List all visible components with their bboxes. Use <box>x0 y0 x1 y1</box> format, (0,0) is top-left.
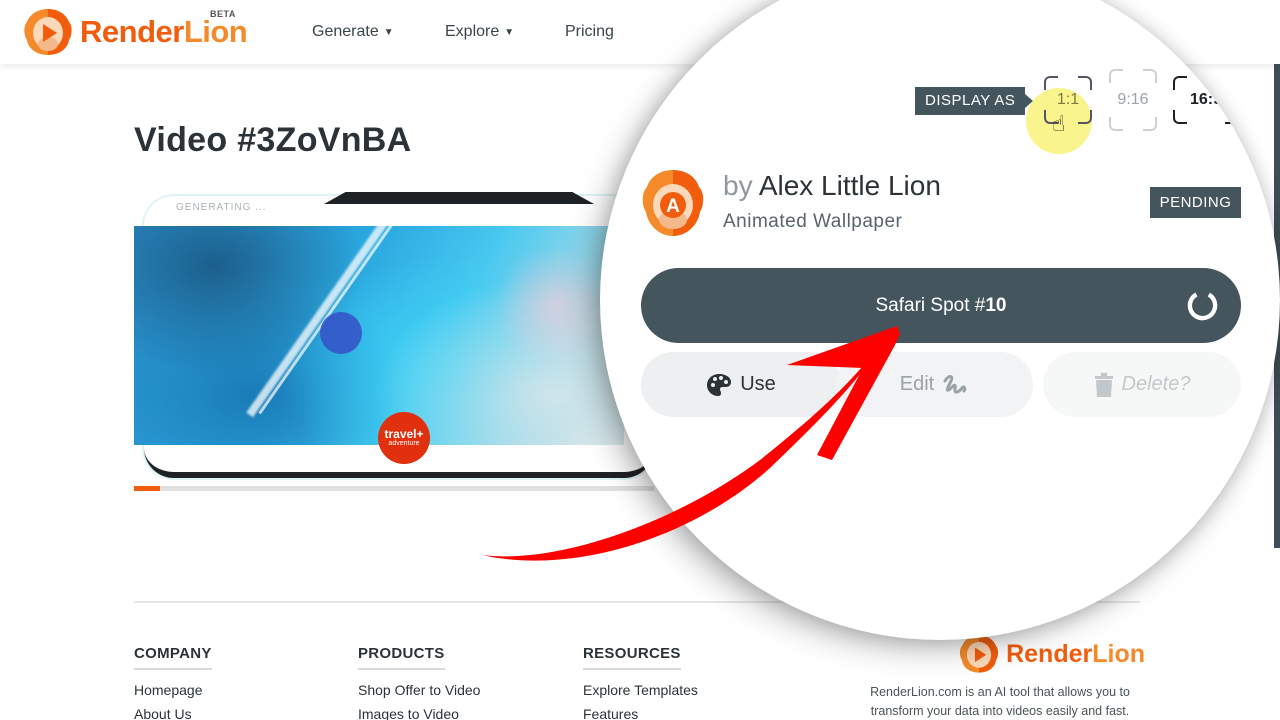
lion-play-logo-icon <box>24 9 72 55</box>
footer-link-explore-templates[interactable]: Explore Templates <box>583 682 698 698</box>
ratio-9-16-button[interactable]: 9:16 <box>1109 69 1157 131</box>
generating-status: GENERATING ... <box>176 202 267 213</box>
template-type: Animated Wallpaper <box>723 211 903 232</box>
footer-link-shop-offer[interactable]: Shop Offer to Video <box>358 682 480 698</box>
caret-down-icon: ▼ <box>504 26 515 38</box>
video-marker <box>320 312 362 354</box>
signature-icon <box>943 374 967 394</box>
footer-column-products: PRODUCTS Shop Offer to Video Images to V… <box>358 645 480 720</box>
footer-heading: PRODUCTS <box>358 645 445 670</box>
footer-heading: COMPANY <box>134 645 212 670</box>
author-name[interactable]: Alex Little Lion <box>759 170 941 201</box>
video-preview-card[interactable]: GENERATING ... travel+ adventure <box>134 192 654 482</box>
page-title: Video #3ZoVnBA <box>134 121 412 159</box>
kebab-menu-icon[interactable]: ⋮ <box>1236 13 1256 33</box>
footer-link-images-to-video[interactable]: Images to Video <box>358 706 480 720</box>
render-progress-fill <box>134 486 160 491</box>
brand-name: RenderLion <box>80 14 248 49</box>
footer-column-resources: RESOURCES Explore Templates Features <box>583 645 698 720</box>
nav-generate[interactable]: Generate ▼ <box>312 23 394 41</box>
magnifier-lens: A ⋮ DISPLAY AS 1:1 9:16 16:9 ☝ A by Alex… <box>600 0 1280 640</box>
loading-spinner-icon <box>1187 290 1218 321</box>
footer-heading: RESOURCES <box>583 645 681 670</box>
footer-link-about-us[interactable]: About Us <box>134 706 212 720</box>
caret-down-icon: ▼ <box>383 26 394 38</box>
delete-button[interactable]: Delete? <box>1043 352 1241 417</box>
author-avatar: A <box>642 170 704 236</box>
footer-brand: RenderLion RenderLion.com is an AI tool … <box>855 633 1145 720</box>
ratio-16-9-button[interactable]: 16:9 <box>1173 76 1239 124</box>
nav-explore[interactable]: Explore ▼ <box>445 23 514 41</box>
device-notch <box>324 192 594 204</box>
edit-button[interactable]: Edit <box>835 352 1033 417</box>
hand-pointer-cursor-icon: ☝ <box>1052 112 1066 137</box>
palette-icon <box>707 373 732 396</box>
svg-text:A: A <box>666 196 680 217</box>
render-progress-bar <box>134 486 654 491</box>
footer-link-homepage[interactable]: Homepage <box>134 682 212 698</box>
beta-badge: BETA <box>210 9 236 19</box>
video-title-button[interactable]: Safari Spot #10 <box>641 268 1241 343</box>
trash-icon <box>1094 372 1113 397</box>
display-as-label: DISPLAY AS <box>915 87 1034 115</box>
user-avatar[interactable]: A <box>1196 12 1232 48</box>
footer-description: RenderLion.com is an AI tool that allows… <box>870 685 1130 718</box>
use-button[interactable]: Use <box>641 352 841 417</box>
travel-adventure-logo: travel+ adventure <box>378 412 430 464</box>
footer-column-company: COMPANY Homepage About Us <box>134 645 212 720</box>
video-thumbnail[interactable] <box>134 226 624 445</box>
footer-brand-name: RenderLion <box>1006 639 1145 668</box>
author-line: by Alex Little Lion <box>723 170 941 201</box>
footer-link-features[interactable]: Features <box>583 706 698 720</box>
status-badge: PENDING <box>1150 187 1241 218</box>
